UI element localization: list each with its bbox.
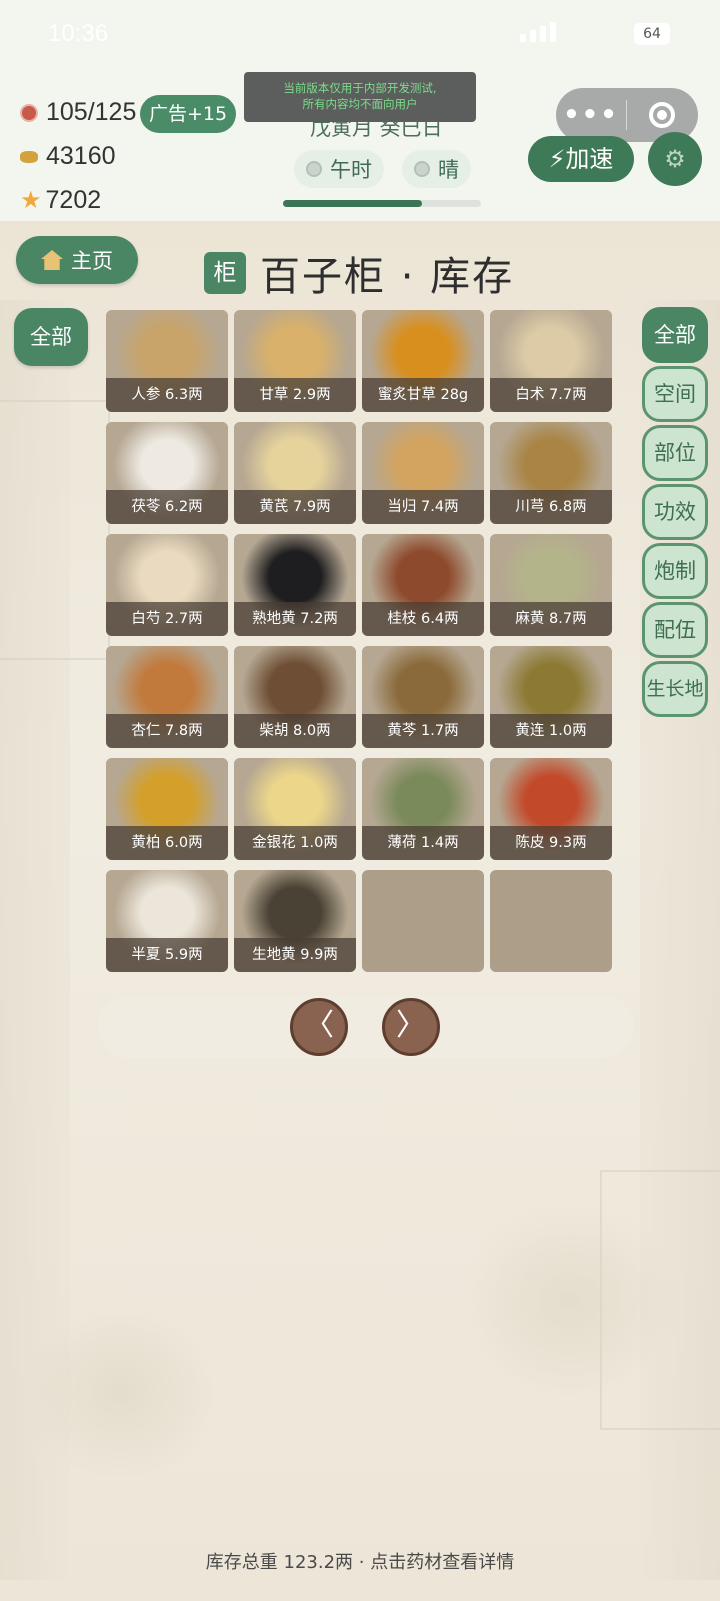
herb-label: 半夏 5.9两 <box>106 938 228 972</box>
herb-label: 黄柏 6.0两 <box>106 826 228 860</box>
herb-item[interactable]: 生地黄 9.9两 <box>234 870 356 972</box>
filter-tab[interactable]: 空间 <box>642 366 708 422</box>
herb-label: 生地黄 9.9两 <box>234 938 356 972</box>
filter-sidebar: 全部 空间 部位 功效 炮制 配伍 生长地 <box>642 307 708 720</box>
dev-notice-line: 所有内容均不面向用户 <box>302 97 418 111</box>
home-button-label: 主页 <box>71 249 113 273</box>
inventory-summary: 库存总重 123.2两 · 点击药材查看详情 <box>205 1552 515 1573</box>
herb-item[interactable]: 蜜炙甘草 28g <box>362 310 484 412</box>
next-page-button[interactable]: 〉 <box>382 998 440 1056</box>
gold-ingot-icon <box>20 150 38 163</box>
herb-item[interactable]: 柴胡 8.0两 <box>234 646 356 748</box>
empty-slot <box>490 870 612 972</box>
target-icon <box>649 102 675 128</box>
filter-tab[interactable]: 炮制 <box>642 543 708 599</box>
top-header: 10:36 64 105/125 广告+15 43160 ★ 7202 戊寅月 … <box>0 0 720 222</box>
clock-icon <box>306 161 322 177</box>
herb-label: 麻黄 8.7两 <box>490 602 612 636</box>
dev-notice-line: 当前版本仅用于内部开发测试, <box>283 81 437 95</box>
house-icon <box>41 250 63 270</box>
herb-item[interactable]: 甘草 2.9两 <box>234 310 356 412</box>
filter-tab[interactable]: 生长地 <box>642 661 708 717</box>
page-title: 百子柜 · 库存 <box>260 254 515 300</box>
herb-label: 熟地黄 7.2两 <box>234 602 356 636</box>
background-cabinet <box>0 400 110 660</box>
weather-chip: 晴 <box>402 150 471 188</box>
herb-item[interactable]: 当归 7.4两 <box>362 422 484 524</box>
herb-label: 薄荷 1.4两 <box>362 826 484 860</box>
settings-button[interactable]: ⚙ <box>648 132 702 186</box>
coins-value: 43160 <box>46 142 116 170</box>
herb-item[interactable]: 陈皮 9.3两 <box>490 758 612 860</box>
signal-icon <box>520 22 620 44</box>
inventory-panel: 人参 6.3两 甘草 2.9两 蜜炙甘草 28g 白术 7.7两茯苓 6.2两 黄芪 7… <box>98 304 618 1064</box>
herb-item[interactable]: 黄柏 6.0两 <box>106 758 228 860</box>
filter-tab[interactable]: 功效 <box>642 484 708 540</box>
speed-up-button[interactable]: ⚡加速 <box>528 136 634 182</box>
inventory-grid: 人参 6.3两 甘草 2.9两 蜜炙甘草 28g 白术 7.7两茯苓 6.2两 黄芪 7… <box>106 310 612 972</box>
herb-label: 杏仁 7.8两 <box>106 714 228 748</box>
herb-label: 甘草 2.9两 <box>234 378 356 412</box>
stars-counter: ★ 7202 <box>20 186 101 215</box>
empty-slot <box>362 870 484 972</box>
herb-item[interactable]: 薄荷 1.4两 <box>362 758 484 860</box>
day-progress-fill <box>283 200 422 207</box>
stamina-value: 105/125 <box>46 98 137 126</box>
herb-label: 当归 7.4两 <box>362 490 484 524</box>
herb-label: 人参 6.3两 <box>106 378 228 412</box>
herb-item[interactable]: 白术 7.7两 <box>490 310 612 412</box>
category-all-button[interactable]: 全部 <box>14 308 88 366</box>
herb-item[interactable]: 黄芪 7.9两 <box>234 422 356 524</box>
hour-chip: 午时 <box>294 150 384 188</box>
watch-ad-button[interactable]: 广告+15 <box>140 95 236 133</box>
battery-icon: 64 <box>634 23 670 45</box>
status-time: 10:36 <box>48 20 109 47</box>
herb-item[interactable]: 桂枝 6.4两 <box>362 534 484 636</box>
dev-notice: 当前版本仅用于内部开发测试, 所有内容均不面向用户 <box>244 72 476 122</box>
stamina-counter: 105/125 <box>20 98 136 127</box>
herb-label: 柴胡 8.0两 <box>234 714 356 748</box>
sun-icon <box>414 161 430 177</box>
herb-item[interactable]: 半夏 5.9两 <box>106 870 228 972</box>
weather-label: 晴 <box>438 158 459 182</box>
herb-item[interactable]: 黄连 1.0两 <box>490 646 612 748</box>
cabinet-badge: 柜 <box>204 252 246 294</box>
herb-item[interactable]: 黄芩 1.7两 <box>362 646 484 748</box>
more-icon[interactable]: ••• <box>556 100 626 130</box>
herb-label: 黄芩 1.7两 <box>362 714 484 748</box>
herb-label: 黄芪 7.9两 <box>234 490 356 524</box>
stamina-icon <box>20 103 38 122</box>
herb-label: 陈皮 9.3两 <box>490 826 612 860</box>
star-icon: ★ <box>20 187 42 214</box>
filter-tab[interactable]: 部位 <box>642 425 708 481</box>
herb-item[interactable]: 杏仁 7.8两 <box>106 646 228 748</box>
stars-value: 7202 <box>45 186 102 214</box>
close-program-button[interactable] <box>627 102 697 128</box>
coins-counter: 43160 <box>20 142 116 171</box>
day-progress-bar <box>283 200 481 207</box>
herb-label: 白芍 2.7两 <box>106 602 228 636</box>
herb-label: 金银花 1.0两 <box>234 826 356 860</box>
herb-item[interactable]: 白芍 2.7两 <box>106 534 228 636</box>
background-plant <box>460 1201 680 1401</box>
herb-item[interactable]: 金银花 1.0两 <box>234 758 356 860</box>
pager-bar <box>98 996 634 1058</box>
filter-tab[interactable]: 配伍 <box>642 602 708 658</box>
filter-tab[interactable]: 全部 <box>642 307 708 363</box>
herb-label: 茯苓 6.2两 <box>106 490 228 524</box>
herb-item[interactable]: 麻黄 8.7两 <box>490 534 612 636</box>
herb-item[interactable]: 川芎 6.8两 <box>490 422 612 524</box>
herb-label: 黄连 1.0两 <box>490 714 612 748</box>
herb-label: 白术 7.7两 <box>490 378 612 412</box>
herb-label: 川芎 6.8两 <box>490 490 612 524</box>
herb-label: 蜜炙甘草 28g <box>362 378 484 412</box>
home-button[interactable]: 主页 <box>16 236 138 284</box>
herb-item[interactable]: 人参 6.3两 <box>106 310 228 412</box>
gear-icon: ⚙ <box>664 145 686 173</box>
hour-label: 午时 <box>330 158 372 182</box>
herb-item[interactable]: 熟地黄 7.2两 <box>234 534 356 636</box>
prev-page-button[interactable]: 〈 <box>290 998 348 1056</box>
herb-label: 桂枝 6.4两 <box>362 602 484 636</box>
herb-item[interactable]: 茯苓 6.2两 <box>106 422 228 524</box>
